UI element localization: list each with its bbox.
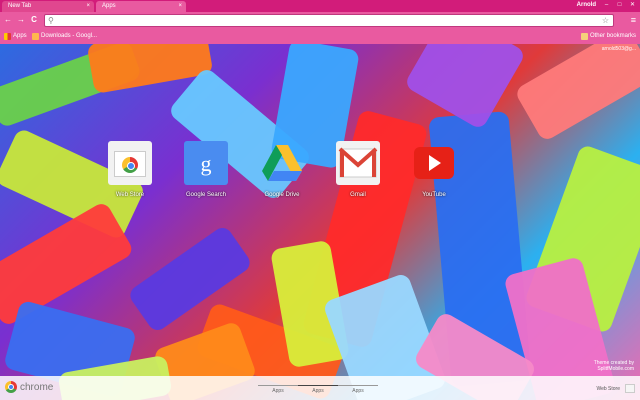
toolbar: ← → C ⚲ ☆ ≡	[0, 12, 640, 29]
google-drive-icon	[260, 141, 304, 185]
close-icon[interactable]: ×	[86, 1, 90, 12]
page-label: Apps	[352, 388, 364, 394]
tab-label: Apps	[102, 3, 116, 9]
app-youtube[interactable]: YouTube	[399, 141, 469, 198]
app-label: Google Search	[185, 192, 227, 198]
theme-background	[0, 44, 640, 400]
app-label: Google Drive	[264, 192, 300, 198]
app-web-store[interactable]: Web Store	[95, 141, 165, 198]
credit-link[interactable]: SplitfMobile.com	[594, 366, 634, 372]
folder-icon	[580, 33, 588, 40]
apps-grid-icon	[4, 33, 11, 40]
app-google-search[interactable]: g Google Search	[171, 141, 241, 198]
bookmarks-bar: Apps Downloads - Googl... Other bookmark…	[0, 29, 640, 44]
page-switcher-2[interactable]: Apps	[298, 385, 338, 394]
gmail-icon	[336, 141, 380, 185]
window-close-icon[interactable]: ✕	[627, 0, 638, 10]
ntp-footer: chrome Apps Apps Apps Web Store	[0, 376, 640, 400]
bookmark-apps[interactable]: Apps	[4, 31, 27, 42]
minimize-icon[interactable]: –	[601, 0, 612, 10]
maximize-icon[interactable]: □	[614, 0, 625, 10]
downloads-icon	[32, 33, 39, 40]
omnibox[interactable]: ⚲ ☆	[44, 14, 614, 27]
back-icon[interactable]: ←	[3, 15, 13, 25]
brand-label: chrome	[20, 381, 54, 393]
bookmark-star-icon[interactable]: ☆	[602, 16, 609, 25]
forward-icon[interactable]: →	[16, 15, 26, 25]
youtube-icon	[412, 141, 456, 185]
tab-strip: New Tab × Apps × Arnold – □ ✕	[0, 0, 640, 12]
search-icon: ⚲	[48, 16, 54, 25]
web-store-icon	[108, 141, 152, 185]
app-gmail[interactable]: Gmail	[323, 141, 393, 198]
menu-icon[interactable]: ≡	[631, 15, 636, 25]
bookmark-downloads[interactable]: Downloads - Googl...	[32, 31, 97, 42]
app-label: Web Store	[115, 192, 145, 198]
reload-icon[interactable]: C	[29, 15, 39, 25]
google-search-icon: g	[184, 141, 228, 185]
app-google-drive[interactable]: Google Drive	[247, 141, 317, 198]
profile-name[interactable]: Arnold	[577, 0, 596, 11]
tab-label: New Tab	[8, 3, 32, 9]
account-email[interactable]: arnold503@g...	[602, 46, 636, 52]
app-label: YouTube	[422, 192, 446, 198]
app-label: Gmail	[350, 192, 366, 198]
web-store-icon[interactable]	[625, 384, 635, 393]
other-bookmarks[interactable]: Other bookmarks	[580, 31, 636, 42]
window-controls: – □ ✕	[601, 0, 638, 10]
page-switcher-3[interactable]: Apps	[338, 385, 378, 394]
page-label: Apps	[312, 388, 324, 394]
other-bookmarks-label: Other bookmarks	[589, 33, 636, 39]
page-label: Apps	[272, 388, 284, 394]
theme-credit: Theme created by SplitfMobile.com	[594, 360, 634, 372]
omnibox-input[interactable]	[59, 16, 599, 25]
bookmark-label: Apps	[13, 33, 27, 39]
chrome-logo-icon	[5, 381, 17, 393]
chrome-brand: chrome	[5, 381, 53, 393]
close-icon[interactable]: ×	[178, 1, 182, 12]
tab-apps[interactable]: Apps ×	[96, 1, 186, 12]
footer-webstore-link[interactable]: Web Store	[596, 386, 620, 392]
tab-new-tab[interactable]: New Tab ×	[2, 1, 94, 12]
bookmark-label: Downloads - Googl...	[41, 33, 98, 39]
page-switcher-1[interactable]: Apps	[258, 385, 298, 394]
